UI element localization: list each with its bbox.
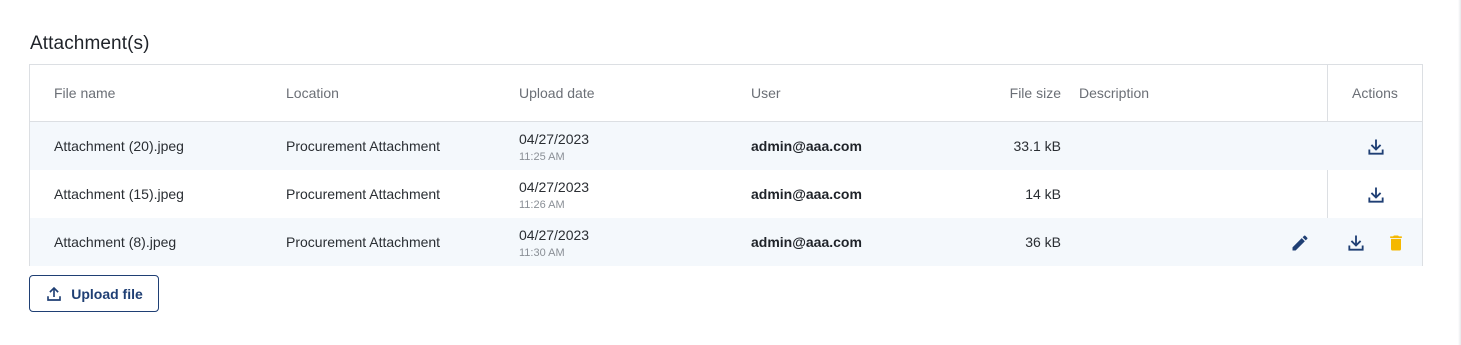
column-header-location[interactable]: Location [286, 85, 339, 101]
upload-date-cell: 04/27/2023 [519, 131, 590, 147]
user-cell: admin@aaa.com [751, 186, 862, 202]
upload-icon [47, 286, 62, 301]
column-header-file-size[interactable]: File size [1010, 85, 1061, 101]
table-row: Attachment (8).jpeg Procurement Attachme… [30, 218, 1422, 266]
upload-file-label: Upload file [71, 285, 143, 302]
location-cell: Procurement Attachment [286, 234, 441, 250]
location-cell: Procurement Attachment [286, 186, 441, 202]
download-icon [1368, 139, 1384, 155]
upload-file-button[interactable]: Upload file [29, 275, 159, 312]
column-header-actions: Actions [1352, 85, 1398, 101]
delete-button[interactable] [1384, 231, 1408, 255]
upload-time-cell: 11:30 AM [519, 247, 565, 259]
user-cell: admin@aaa.com [751, 234, 862, 250]
section-title: Attachment(s) [30, 33, 150, 54]
file-name-cell: Attachment (15).jpeg [54, 186, 184, 202]
column-header-user[interactable]: User [751, 85, 781, 101]
column-header-description[interactable]: Description [1079, 85, 1149, 101]
table-header: File name Location Upload date User File… [30, 65, 1422, 122]
file-size-cell: 14 kB [1025, 186, 1061, 202]
upload-date-cell: 04/27/2023 [519, 227, 590, 243]
download-button[interactable] [1344, 231, 1368, 255]
file-name-cell: Attachment (20).jpeg [54, 138, 184, 154]
file-size-cell: 36 kB [1025, 234, 1061, 250]
download-button[interactable] [1364, 183, 1388, 207]
file-size-cell: 33.1 kB [1013, 138, 1061, 154]
download-icon [1368, 187, 1384, 203]
upload-date-cell: 04/27/2023 [519, 179, 590, 195]
download-button[interactable] [1364, 135, 1388, 159]
table-row: Attachment (15).jpeg Procurement Attachm… [30, 170, 1422, 218]
column-header-upload-date[interactable]: Upload date [519, 85, 595, 101]
column-header-file-name[interactable]: File name [54, 85, 115, 101]
user-cell: admin@aaa.com [751, 138, 862, 154]
attachments-table: File name Location Upload date User File… [29, 64, 1423, 266]
upload-time-cell: 11:25 AM [519, 151, 565, 163]
trash-icon [1390, 235, 1402, 251]
location-cell: Procurement Attachment [286, 138, 441, 154]
pencil-icon [1292, 235, 1308, 251]
table-row: Attachment (20).jpeg Procurement Attachm… [30, 122, 1422, 170]
file-name-cell: Attachment (8).jpeg [54, 234, 177, 250]
upload-time-cell: 11:26 AM [519, 199, 565, 211]
download-icon [1348, 235, 1364, 251]
edit-description-button[interactable] [1288, 231, 1312, 255]
